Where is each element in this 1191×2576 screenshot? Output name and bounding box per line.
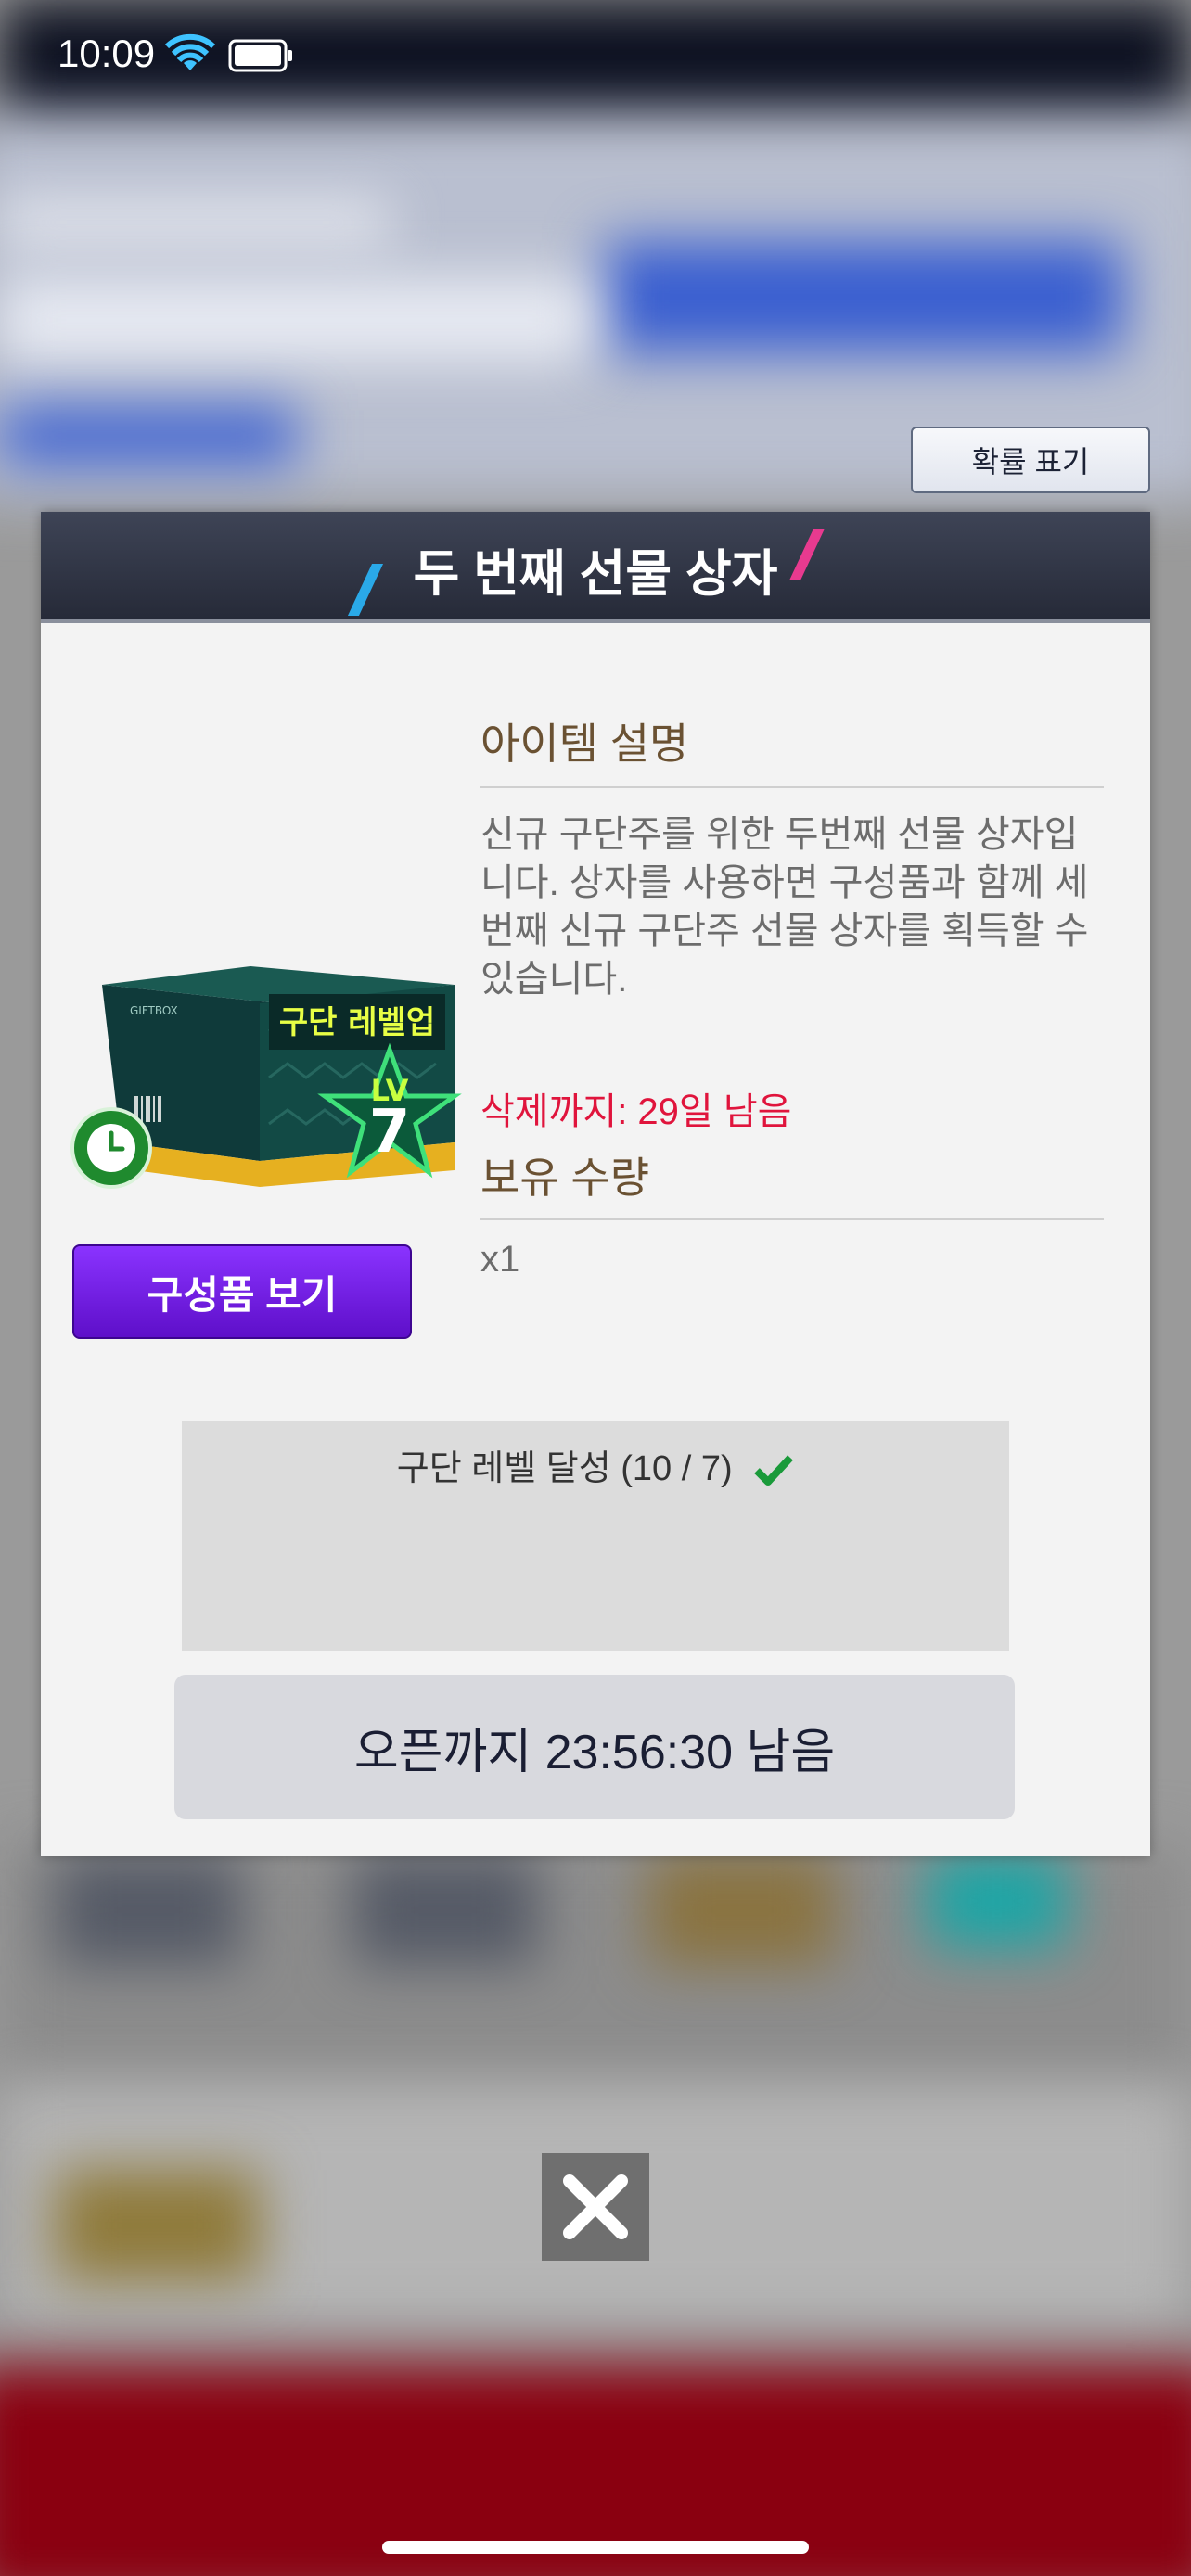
divider — [480, 786, 1104, 788]
expiry-text: 삭제까지: 29일 남음 — [480, 1091, 792, 1132]
probability-button[interactable]: 확률 표기 — [911, 427, 1150, 493]
close-icon — [563, 2174, 628, 2239]
dialog-title: 두 번째 선물 상자 — [413, 546, 778, 602]
status-time: 10:09 — [58, 32, 156, 75]
wifi-icon — [165, 33, 215, 70]
condition-row: 구단 레벨 달성 (10 / 7) — [182, 1439, 1009, 1490]
condition-text: 구단 레벨 달성 (10 / 7) — [396, 1449, 733, 1488]
dialog-header: 두 번째 선물 상자 — [41, 512, 1150, 623]
box-label: 구단 레벨업 — [279, 1004, 435, 1041]
condition-panel: 구단 레벨 달성 (10 / 7) — [182, 1421, 1009, 1651]
item-description: 신규 구단주를 위한 두번째 선물 상자입니다. 상자를 사용하면 구성품과 함… — [480, 814, 1089, 1000]
open-timer-button[interactable]: 오픈까지 23:56:30 남음 — [174, 1675, 1015, 1819]
battery-icon — [228, 39, 292, 72]
item-description-heading: 아이템 설명 — [480, 720, 689, 768]
home-indicator[interactable] — [382, 2541, 809, 2554]
close-button[interactable] — [542, 2153, 649, 2261]
item-dialog: 두 번째 선물 상자 구단 레벨업 LV 7 GIFTBOX 구성품 보기 아이… — [41, 512, 1150, 1856]
checkmark-icon — [754, 1455, 794, 1486]
clock-icon — [70, 1107, 152, 1189]
view-components-button[interactable]: 구성품 보기 — [72, 1244, 412, 1339]
level-number: 7 — [369, 1098, 411, 1167]
divider — [480, 1218, 1104, 1220]
quantity-value: x1 — [480, 1239, 520, 1280]
status-bar: 10:09 — [0, 0, 1191, 111]
brand-text: GIFTBOX — [130, 1004, 178, 1017]
quantity-heading: 보유 수량 — [480, 1154, 650, 1202]
